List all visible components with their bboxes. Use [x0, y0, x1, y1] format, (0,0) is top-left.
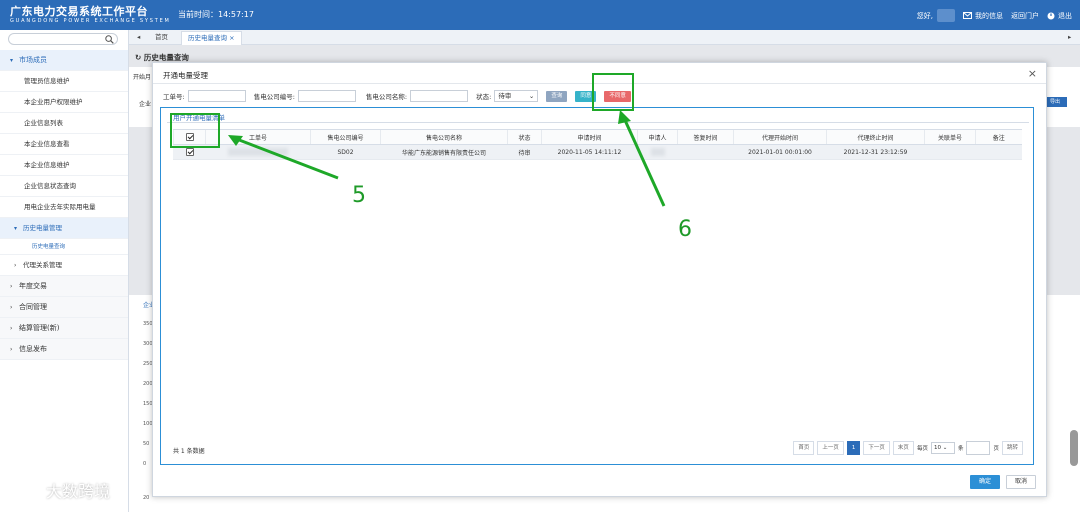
- watermark: 大数跨境: [8, 478, 110, 502]
- arrow-to-agree: [622, 117, 666, 207]
- watermark-logo-icon: [9, 482, 42, 498]
- arrowhead-agree: [618, 110, 631, 124]
- annotation-arrows: [228, 110, 666, 207]
- step-6-label: 6: [678, 217, 692, 242]
- arrow-to-checkbox: [233, 136, 339, 180]
- step-5-label: 5: [352, 183, 366, 208]
